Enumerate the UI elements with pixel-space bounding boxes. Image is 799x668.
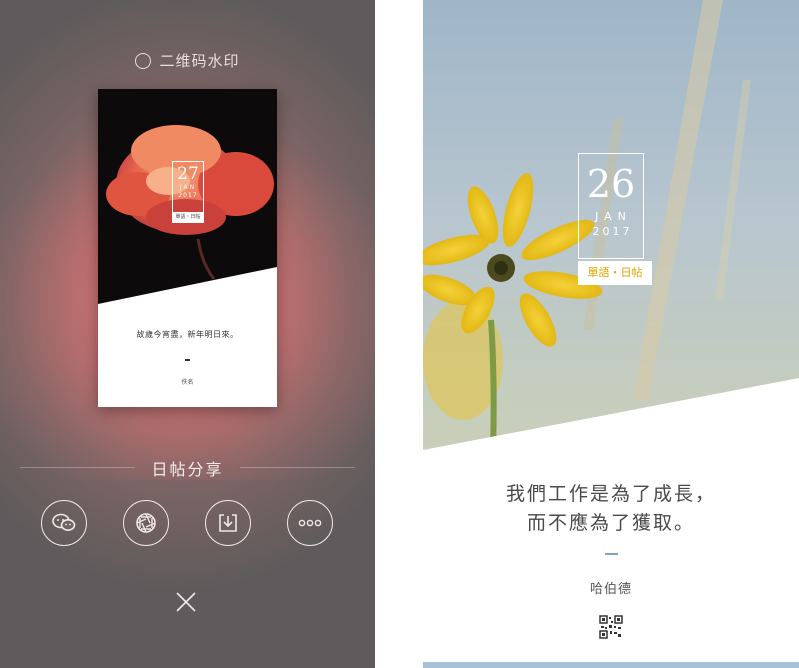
quote-divider	[605, 553, 618, 555]
date-day: 26	[586, 162, 636, 206]
share-wechat-button[interactable]	[41, 500, 87, 546]
download-icon	[219, 514, 237, 532]
card-author: 佚名	[181, 379, 194, 386]
share-title: 日帖分享	[151, 460, 224, 479]
daily-card: 26 JAN 2017 單語・日帖 我們工作是為了成長， 而不應為了獲取。 哈伯…	[423, 0, 799, 668]
share-moments-button[interactable]	[123, 500, 169, 546]
quote: 我們工作是為了成長， 而不應為了獲取。	[423, 480, 799, 538]
share-save-button[interactable]	[205, 500, 251, 546]
card-year: 2017	[178, 192, 198, 199]
date-box: 26 JAN 2017	[578, 153, 644, 259]
quote-author: 哈伯德	[589, 582, 632, 597]
quote-line-1: 我們工作是為了成長，	[505, 483, 716, 505]
moments-icon	[136, 513, 156, 533]
date-year: 2017	[592, 225, 633, 238]
card-day: 27	[177, 164, 199, 184]
card-month: JAN	[179, 184, 197, 191]
preview-card: 27 JAN 2017 單語・日帖 故歲今宵盡，新年明日來。 佚名	[98, 89, 277, 407]
more-icon	[298, 519, 322, 527]
watermark-label: 二维码水印	[159, 52, 240, 70]
bottom-bar	[423, 662, 799, 668]
close-button[interactable]	[175, 591, 197, 613]
qr-watermark-option[interactable]: 二维码水印	[0, 50, 375, 71]
share-more-button[interactable]	[287, 500, 333, 546]
card-date-box: 27 JAN 2017	[172, 161, 204, 213]
card-divider	[185, 359, 190, 361]
close-icon	[176, 592, 196, 612]
divider-right	[240, 467, 355, 468]
share-sheet: 二维码水印 27 JAN 2017 單語・日帖 故歲今宵盡，新年明日來。 佚名 …	[0, 0, 375, 668]
card-tag: 單語・日帖	[172, 212, 204, 223]
watermark-radio[interactable]	[135, 53, 152, 69]
quote-line-2: 而不應為了獲取。	[526, 512, 695, 534]
wechat-icon	[52, 513, 76, 531]
date-month: JAN	[595, 210, 632, 223]
card-quote: 故歲今宵盡，新年明日來。	[136, 330, 239, 339]
qr-code-icon	[599, 615, 623, 639]
app-tag: 單語・日帖	[578, 261, 652, 285]
